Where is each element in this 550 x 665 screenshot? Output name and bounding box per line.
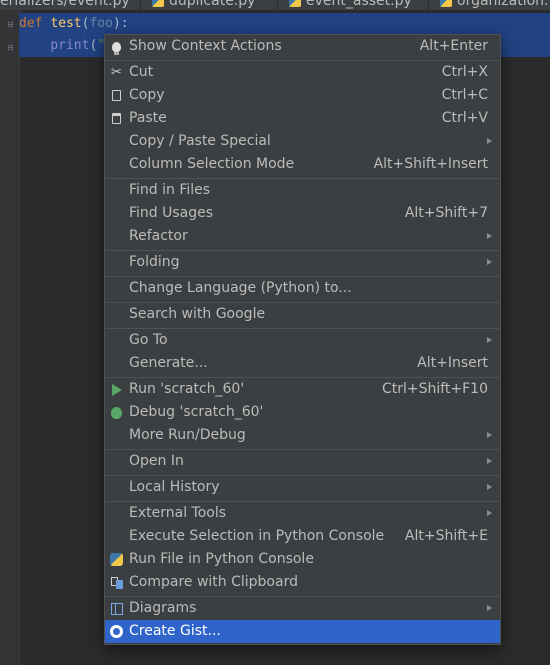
run-icon xyxy=(109,382,124,397)
shortcut: Ctrl+V xyxy=(441,110,488,126)
paren-close: ): xyxy=(112,16,129,31)
github-icon xyxy=(109,624,124,639)
menu-item-find-usages[interactable]: Find Usages Alt+Shift+7 xyxy=(105,202,500,225)
menu-item-local-history[interactable]: Local History xyxy=(105,476,500,499)
python-file-icon xyxy=(152,0,164,7)
menu-item-execute-selection[interactable]: Execute Selection in Python Console Alt+… xyxy=(105,525,500,548)
submenu-arrow-icon xyxy=(487,337,492,343)
shortcut: Alt+Shift+7 xyxy=(404,205,488,221)
menu-item-open-in[interactable]: Open In xyxy=(105,450,500,473)
builtin-print: print xyxy=(50,38,90,53)
menu-item-folding[interactable]: Folding xyxy=(105,251,500,274)
function-name: test xyxy=(50,16,82,31)
menu-item-change-language[interactable]: Change Language (Python) to... xyxy=(105,277,500,300)
tab-duplicate-py[interactable]: duplicate.py xyxy=(152,0,255,10)
menu-item-debug-scratch[interactable]: Debug 'scratch_60' xyxy=(105,401,500,424)
submenu-arrow-icon xyxy=(487,259,492,265)
menu-item-search-with-google[interactable]: Search with Google xyxy=(105,303,500,326)
editor-gutter: ⊟ ⊟ xyxy=(0,10,20,665)
tab-label: event_asset.py xyxy=(306,0,412,9)
menu-item-cut[interactable]: ✂ Cut Ctrl+X xyxy=(105,61,500,84)
tab-separator xyxy=(277,0,278,10)
shortcut: Alt+Insert xyxy=(417,355,488,371)
code-line-1[interactable]: def test(foo): xyxy=(19,13,550,35)
menu-item-refactor[interactable]: Refactor xyxy=(105,225,500,248)
tab-label: erializers/event.py xyxy=(0,0,130,9)
submenu-arrow-icon xyxy=(487,510,492,516)
editor-context-menu: Show Context Actions Alt+Enter ✂ Cut Ctr… xyxy=(104,34,501,645)
menu-item-show-context-actions[interactable]: Show Context Actions Alt+Enter xyxy=(105,35,500,58)
shortcut: Alt+Shift+E xyxy=(404,528,488,544)
tab-label: organization... xyxy=(457,0,550,9)
menu-item-paste[interactable]: Paste Ctrl+V xyxy=(105,107,500,130)
menu-item-compare-with-clipboard[interactable]: Compare with Clipboard xyxy=(105,571,500,594)
diagram-icon xyxy=(109,601,124,616)
shortcut: Alt+Enter xyxy=(419,38,488,54)
shortcut: Ctrl+X xyxy=(441,64,488,80)
scissors-icon: ✂ xyxy=(111,65,122,80)
parameter: foo xyxy=(89,16,113,31)
menu-item-external-tools[interactable]: External Tools xyxy=(105,502,500,525)
menu-item-more-run-debug[interactable]: More Run/Debug xyxy=(105,424,500,447)
menu-item-go-to[interactable]: Go To xyxy=(105,329,500,352)
tab-separator xyxy=(428,0,429,10)
fold-marker-icon[interactable]: ⊟ xyxy=(7,21,15,29)
python-file-icon xyxy=(289,0,301,7)
tab-event-asset-py[interactable]: event_asset.py xyxy=(289,0,412,10)
copy-icon xyxy=(109,88,124,103)
submenu-arrow-icon xyxy=(487,458,492,464)
tab-organization[interactable]: organization... xyxy=(440,0,550,10)
submenu-arrow-icon xyxy=(487,605,492,611)
compare-icon xyxy=(109,575,124,590)
menu-item-run-file-in-console[interactable]: Run File in Python Console xyxy=(105,548,500,571)
clipboard-icon xyxy=(109,111,124,126)
menu-item-run-scratch[interactable]: Run 'scratch_60' Ctrl+Shift+F10 xyxy=(105,378,500,401)
fold-end-icon[interactable]: ⊟ xyxy=(7,44,15,52)
menu-item-find-in-files[interactable]: Find in Files xyxy=(105,179,500,202)
menu-item-copy-paste-special[interactable]: Copy / Paste Special xyxy=(105,130,500,153)
menu-item-generate[interactable]: Generate... Alt+Insert xyxy=(105,352,500,375)
menu-item-create-gist[interactable]: Create Gist... xyxy=(105,620,500,643)
shortcut: Alt+Shift+Insert xyxy=(373,156,488,172)
menu-item-column-selection-mode[interactable]: Column Selection Mode Alt+Shift+Insert xyxy=(105,153,500,176)
shortcut: Ctrl+Shift+F10 xyxy=(381,381,488,397)
shortcut: Ctrl+C xyxy=(441,87,488,103)
submenu-arrow-icon xyxy=(487,484,492,490)
tab-label: duplicate.py xyxy=(169,0,256,9)
submenu-arrow-icon xyxy=(487,233,492,239)
tab-separator xyxy=(140,0,141,10)
submenu-arrow-icon xyxy=(487,432,492,438)
editor-tab-bar: erializers/event.py duplicate.py event_a… xyxy=(0,0,550,10)
bulb-icon xyxy=(109,39,124,55)
debug-icon xyxy=(109,405,124,420)
tab-event-py[interactable]: erializers/event.py xyxy=(0,0,130,10)
python-icon xyxy=(109,552,124,567)
keyword: def xyxy=(19,16,43,31)
menu-item-copy[interactable]: Copy Ctrl+C xyxy=(105,84,500,107)
submenu-arrow-icon xyxy=(487,138,492,144)
python-file-icon xyxy=(440,0,452,7)
menu-item-diagrams[interactable]: Diagrams xyxy=(105,597,500,620)
